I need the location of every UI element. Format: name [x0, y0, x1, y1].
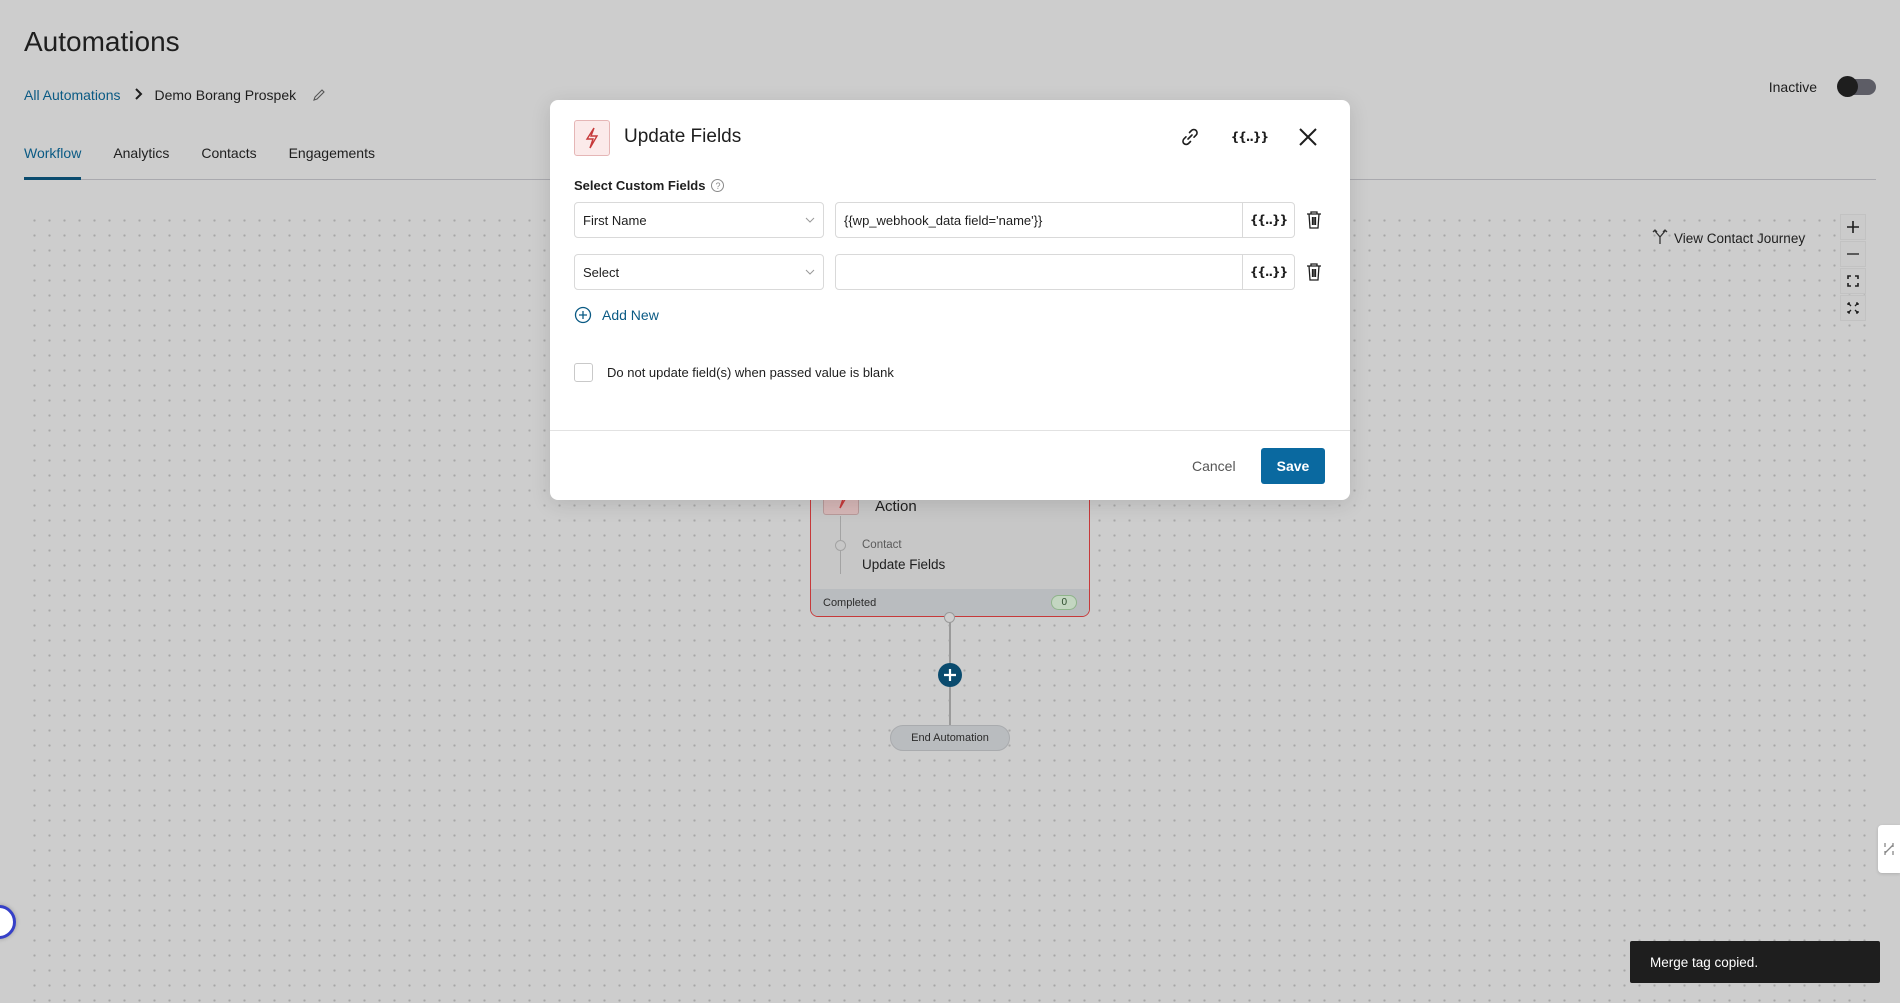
- chevron-down-icon: [805, 267, 815, 278]
- flow-line: [949, 687, 951, 725]
- breadcrumb: All Automations Demo Borang Prospek: [24, 87, 326, 103]
- plus-circle-icon: [574, 306, 592, 324]
- field-value-input-group: {{..}}: [835, 202, 1295, 238]
- custom-field-select[interactable]: First Name: [574, 202, 824, 238]
- custom-field-select-value: First Name: [583, 212, 647, 228]
- zoom-controls: [1840, 214, 1866, 321]
- cancel-button[interactable]: Cancel: [1184, 448, 1244, 484]
- toggle-knob: [1837, 76, 1858, 97]
- automation-status: Inactive: [1768, 76, 1876, 97]
- chevron-down-icon: [805, 215, 815, 226]
- branch-icon: [1652, 229, 1668, 248]
- plus-icon: [944, 669, 956, 681]
- tab-analytics[interactable]: Analytics: [113, 130, 169, 179]
- node-status-label: Completed: [823, 596, 877, 609]
- fit-view-button[interactable]: [1840, 268, 1866, 294]
- fullscreen-icon: [1847, 302, 1859, 314]
- panel-toggle-icon: [1884, 843, 1894, 855]
- insert-merge-tag-button[interactable]: {{..}}: [1242, 203, 1294, 237]
- node-name: Update Fields: [862, 557, 946, 572]
- lightning-icon: [574, 120, 610, 156]
- end-automation-pill: End Automation: [890, 725, 1010, 751]
- skip-blank-label: Do not update field(s) when passed value…: [607, 365, 894, 380]
- merge-tag-icon: {{..}}: [1249, 265, 1288, 279]
- link-icon: [1181, 128, 1198, 146]
- merge-tags-button[interactable]: {{..}}: [1231, 130, 1269, 144]
- fullscreen-button[interactable]: [1840, 295, 1866, 321]
- zoom-in-button[interactable]: [1840, 214, 1866, 240]
- status-label: Inactive: [1768, 78, 1817, 95]
- add-step-button[interactable]: [938, 663, 962, 687]
- update-fields-modal: Update Fields {{..}} Select Custom Field…: [550, 100, 1350, 500]
- toast-notification: Merge tag copied.: [1630, 941, 1880, 983]
- insert-merge-tag-button[interactable]: {{..}}: [1242, 255, 1294, 289]
- custom-field-select[interactable]: Select: [574, 254, 824, 290]
- completed-count-badge[interactable]: 0: [1051, 595, 1077, 610]
- modal-title: Update Fields: [624, 126, 742, 147]
- field-value-input-group: {{..}}: [835, 254, 1295, 290]
- breadcrumb-current: Demo Borang Prospek: [154, 87, 297, 103]
- breadcrumb-all-automations-link[interactable]: All Automations: [24, 87, 121, 103]
- page-title: Automations: [24, 26, 180, 57]
- trash-icon: [1307, 211, 1321, 229]
- field-row: Select {{..}}: [574, 254, 1326, 290]
- help-icon[interactable]: ?: [711, 179, 725, 192]
- delete-row-button[interactable]: [1305, 210, 1323, 230]
- custom-field-select-value: Select: [583, 264, 620, 280]
- field-value-input[interactable]: [836, 203, 1242, 237]
- trash-icon: [1307, 263, 1321, 281]
- view-contact-journey-label: View Contact Journey: [1674, 231, 1806, 246]
- pencil-edit-icon[interactable]: [312, 88, 326, 102]
- fit-view-icon: [1847, 275, 1859, 287]
- merge-tag-icon: {{..}}: [1249, 213, 1288, 227]
- flow-connector-dot: [944, 612, 955, 623]
- active-toggle[interactable]: [1837, 76, 1876, 97]
- add-new-label: Add New: [602, 307, 659, 323]
- minus-icon: [1847, 253, 1859, 255]
- node-category: Contact: [862, 539, 902, 551]
- close-icon: [1299, 128, 1317, 146]
- delete-row-button[interactable]: [1305, 262, 1323, 282]
- skip-blank-checkbox[interactable]: [574, 363, 593, 382]
- close-button[interactable]: [1298, 127, 1318, 147]
- help-launcher-button[interactable]: [0, 905, 16, 939]
- field-value-input[interactable]: [836, 255, 1242, 289]
- modal-footer-divider: [550, 430, 1350, 431]
- view-contact-journey-button[interactable]: View Contact Journey: [1652, 229, 1805, 248]
- save-button[interactable]: Save: [1261, 448, 1325, 484]
- copy-link-button[interactable]: [1179, 126, 1201, 148]
- tab-contacts[interactable]: Contacts: [201, 130, 256, 179]
- node-type: Action: [875, 498, 917, 515]
- custom-fields-label-text: Select Custom Fields: [574, 178, 706, 193]
- field-row: First Name {{..}}: [574, 202, 1326, 238]
- side-panel-tab[interactable]: [1878, 825, 1900, 873]
- flow-line: [949, 617, 951, 663]
- node-connector-dot: [835, 540, 846, 551]
- custom-fields-label: Select Custom Fields ?: [574, 178, 725, 193]
- skip-blank-option: Do not update field(s) when passed value…: [574, 363, 894, 382]
- zoom-out-button[interactable]: [1840, 241, 1866, 267]
- modal-header-actions: {{..}}: [1179, 126, 1318, 148]
- tab-workflow[interactable]: Workflow: [24, 130, 82, 180]
- toast-message: Merge tag copied.: [1650, 954, 1759, 970]
- chevron-right-icon: [133, 87, 143, 103]
- plus-icon: [1847, 221, 1859, 233]
- add-new-field-button[interactable]: Add New: [574, 306, 659, 324]
- tab-engagements[interactable]: Engagements: [289, 130, 375, 179]
